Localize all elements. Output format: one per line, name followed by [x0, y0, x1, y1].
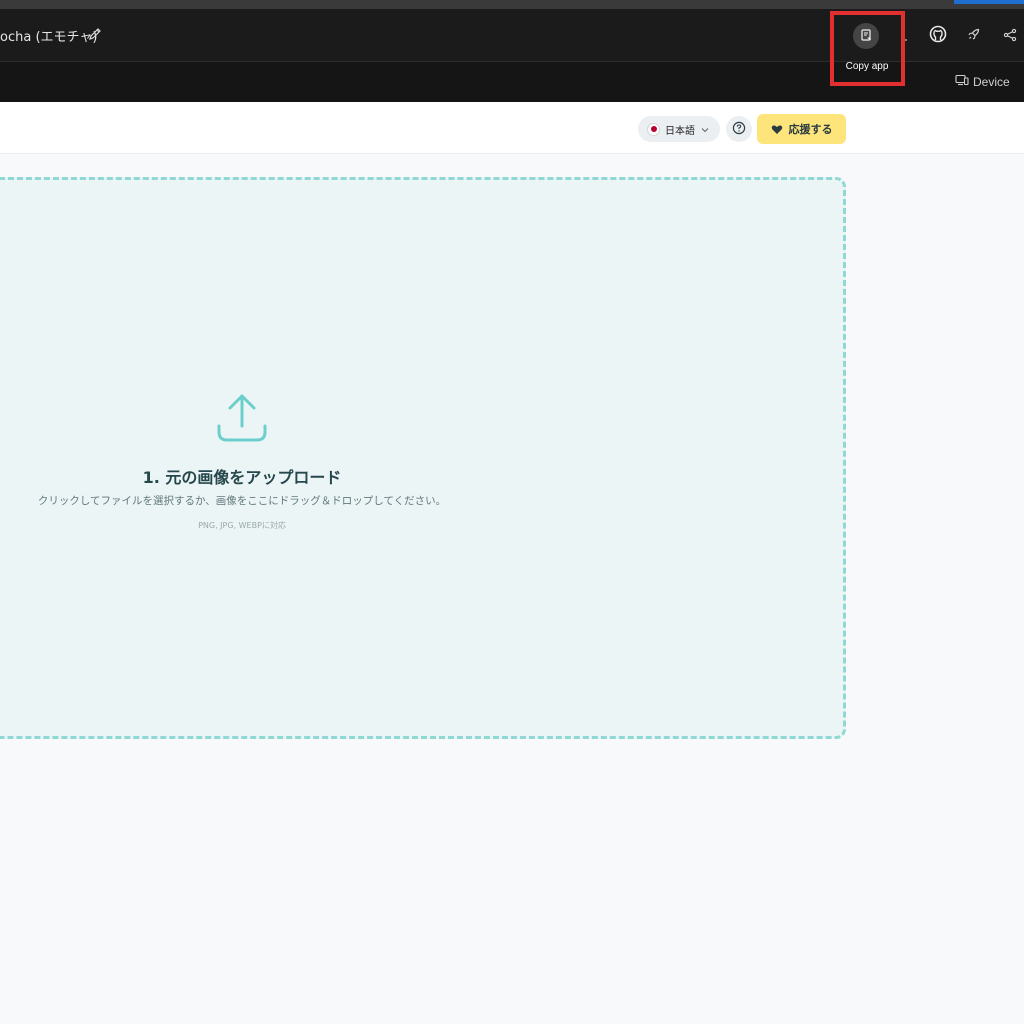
chevron-down-icon [700, 120, 710, 139]
page-header: 日本語 応援する [0, 102, 1024, 154]
japan-flag-icon [647, 122, 660, 136]
share-icon [1003, 27, 1017, 46]
deploy-button[interactable] [961, 23, 987, 49]
browser-top-strip [0, 0, 1024, 9]
device-button[interactable]: Device [955, 74, 1010, 89]
support-button[interactable]: 応援する [757, 114, 846, 144]
supported-formats: PNG, JPG, WEBPに対応 [198, 521, 286, 530]
image-upload-dropzone[interactable] [0, 177, 846, 739]
device-icon [955, 74, 969, 89]
rocket-icon [966, 26, 982, 46]
language-select[interactable]: 日本語 [638, 116, 720, 142]
github-icon [929, 25, 947, 47]
language-label: 日本語 [665, 125, 695, 137]
upload-description: クリックしてファイルを選択するか、画像をここにドラッグ＆ドロップしてください。 [37, 495, 447, 507]
upload-icon [216, 392, 268, 448]
help-icon [732, 120, 746, 139]
help-button[interactable] [726, 116, 752, 142]
heart-icon [771, 120, 783, 139]
app-title: ocha (エモチャ) [0, 30, 98, 45]
upload-title: 1. 元の画像をアップロード [142, 468, 342, 487]
device-label: Device [973, 74, 1010, 89]
share-button[interactable] [997, 23, 1023, 49]
browser-accent-bar [954, 0, 1024, 4]
support-label: 応援する [788, 123, 833, 136]
highlight-box [830, 11, 905, 86]
pencil-icon[interactable] [88, 26, 102, 40]
github-button[interactable] [925, 23, 951, 49]
